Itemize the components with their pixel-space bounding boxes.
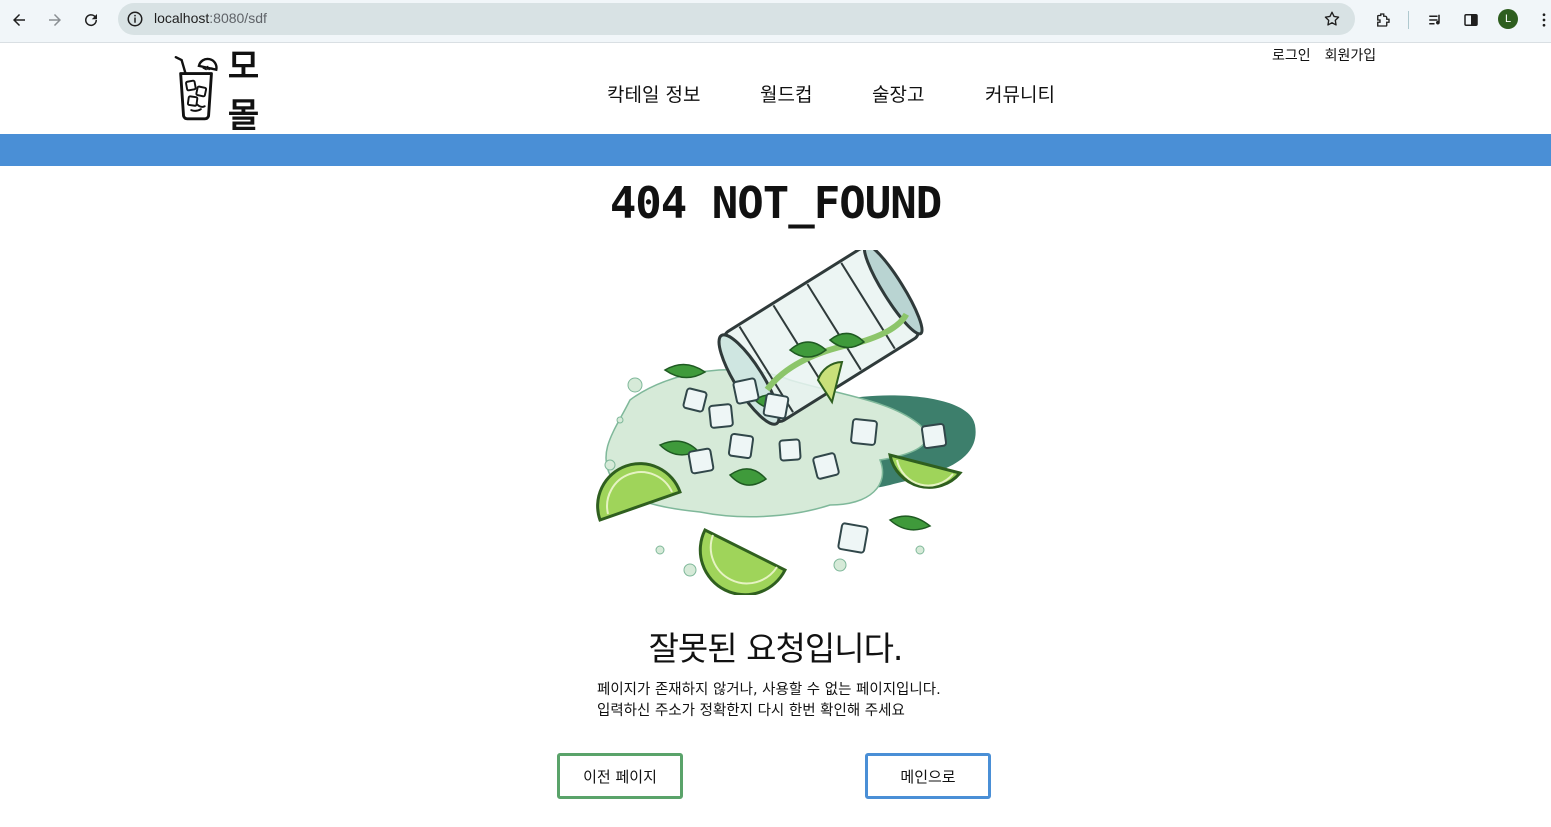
spilled-mojito-illustration <box>596 250 976 595</box>
bookmark-star-icon[interactable] <box>1323 10 1341 28</box>
main-navigation: 칵테일 정보 월드컵 술장고 커뮤니티 <box>0 80 1551 106</box>
url-text[interactable]: localhost:8080/sdf <box>154 10 267 26</box>
signup-link[interactable]: 회원가입 <box>1325 45 1377 65</box>
header-band <box>0 134 1551 166</box>
extensions-icon[interactable] <box>1372 9 1394 31</box>
profile-avatar[interactable]: L <box>1498 9 1518 29</box>
nav-liquor-cabinet[interactable]: 술장고 <box>872 80 924 107</box>
nav-worldcup[interactable]: 월드컵 <box>760 80 812 107</box>
media-control-icon[interactable] <box>1425 9 1447 31</box>
reload-icon[interactable] <box>80 9 102 31</box>
browser-toolbar: localhost:8080/sdf L <box>0 0 1551 43</box>
error-description: 페이지가 존재하지 않거나, 사용할 수 없는 페이지입니다. 입력하신 주소가… <box>597 680 941 722</box>
login-link[interactable]: 로그인 <box>1272 45 1311 65</box>
error-subtitle: 잘못된 요청입니다. <box>648 629 904 668</box>
site-info-icon[interactable] <box>126 10 144 28</box>
utility-links: 로그인 회원가입 <box>1272 45 1376 65</box>
go-main-button[interactable]: 메인으로 <box>865 753 991 799</box>
description-line-2: 입력하신 주소가 정확한지 다시 한번 확인해 주세요 <box>597 703 905 719</box>
error-title: 404 NOT_FOUND <box>609 178 942 229</box>
toolbar-divider <box>1408 11 1409 29</box>
nav-community[interactable]: 커뮤니티 <box>985 80 1055 107</box>
address-bar[interactable]: localhost:8080/sdf <box>118 3 1355 35</box>
previous-page-button[interactable]: 이전 페이지 <box>557 753 683 799</box>
description-line-1: 페이지가 존재하지 않거나, 사용할 수 없는 페이지입니다. <box>597 682 941 698</box>
nav-cocktail-info[interactable]: 칵테일 정보 <box>607 80 700 107</box>
forward-icon[interactable] <box>44 9 66 31</box>
side-panel-icon[interactable] <box>1460 9 1482 31</box>
back-icon[interactable] <box>8 9 30 31</box>
browser-menu-icon[interactable] <box>1533 9 1551 31</box>
